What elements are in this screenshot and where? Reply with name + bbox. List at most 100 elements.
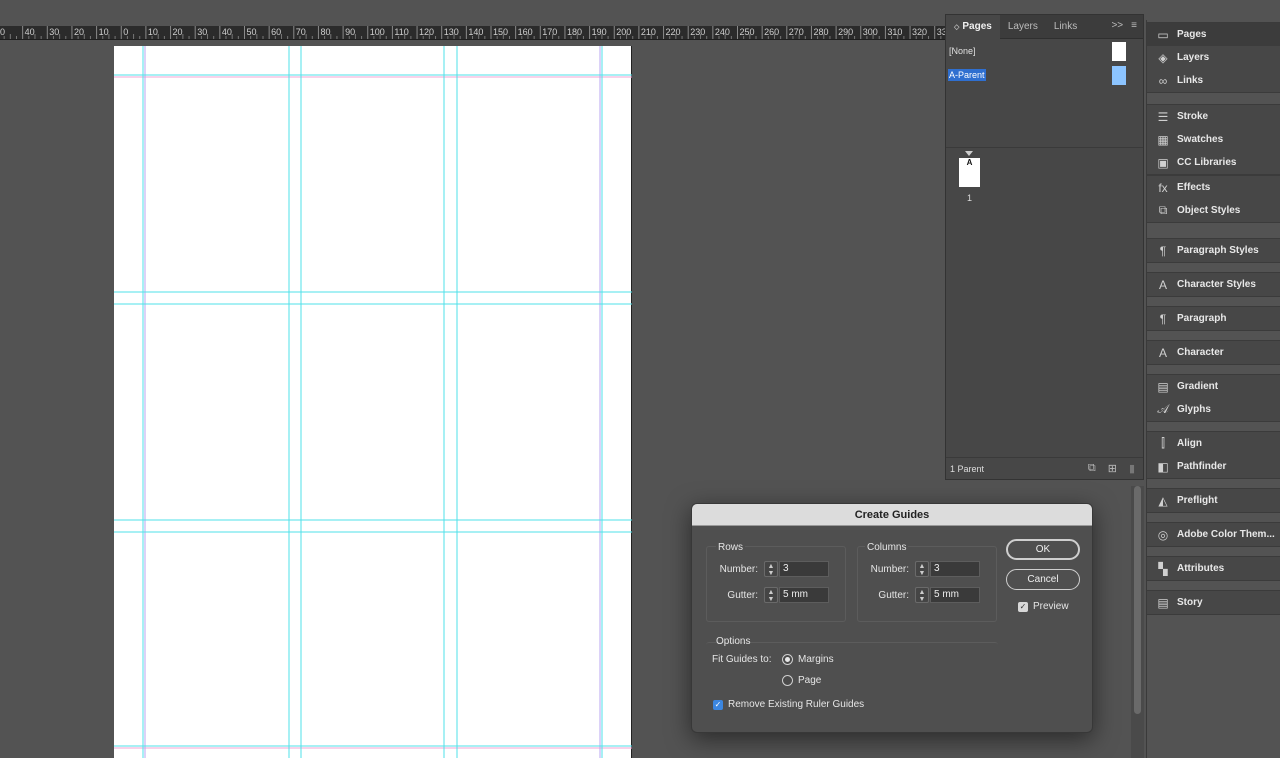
ruler-tick-label: 240: [714, 27, 730, 37]
dock-item-stroke[interactable]: ☰ Stroke: [1147, 105, 1280, 128]
dock-item-paragraph-styles[interactable]: ¶ Paragraph Styles: [1147, 239, 1280, 262]
columns-gutter-stepper[interactable]: ▲ ▼: [915, 587, 929, 603]
cancel-button[interactable]: Cancel: [1006, 569, 1080, 590]
parent-item-label: A-Parent: [948, 69, 986, 81]
fit-margins-radio[interactable]: [782, 654, 793, 665]
dock-item-character-styles[interactable]: A Character Styles: [1147, 273, 1280, 296]
tab-layers[interactable]: Layers: [1000, 15, 1046, 39]
parent-thumbnail[interactable]: [1112, 41, 1126, 61]
dock-group: A Character: [1147, 340, 1280, 365]
ruler-strip[interactable]: 0 40 30 20 10 0 10 20 30 40 50 60 70 80 90 100 110 120 130…: [0, 26, 946, 40]
fit-page-radio[interactable]: [782, 675, 793, 686]
ruler-tick-label: 110: [394, 27, 409, 37]
preview-checkbox[interactable]: ✓: [1018, 602, 1028, 612]
ruler-tick-label: 10: [147, 27, 158, 37]
ruler-tick-label: 140: [468, 27, 484, 37]
dock-item-gradient[interactable]: ▤ Gradient: [1147, 375, 1280, 398]
stroke-icon: ☰: [1157, 109, 1169, 124]
ruler-tick-label: 60: [271, 27, 282, 37]
expand-panel-icon[interactable]: >>: [1111, 20, 1123, 31]
ruler-tick-label: 120: [419, 27, 435, 37]
rows-number-stepper[interactable]: ▲ ▼: [764, 561, 778, 577]
ruler-tick-label: 200: [616, 27, 632, 37]
ruler-tick-label: 70: [295, 27, 306, 37]
dock-item-align[interactable]: ⫿ Align: [1147, 432, 1280, 455]
panel-menu-icon[interactable]: ≡: [1131, 20, 1137, 31]
preview-label: Preview: [1033, 601, 1069, 612]
dock-item-swatches[interactable]: ▦ Swatches: [1147, 128, 1280, 151]
dock-group: ¶ Paragraph Styles: [1147, 238, 1280, 263]
ruler-tick-label: 40: [24, 27, 35, 37]
ruler-tick-label: 170: [542, 27, 558, 37]
page-thumbnail-1[interactable]: A: [959, 158, 980, 187]
ok-button[interactable]: OK: [1006, 539, 1080, 560]
remove-guides-checkbox[interactable]: ✓: [713, 700, 723, 710]
rows-gutter-stepper[interactable]: ▲ ▼: [764, 587, 778, 603]
fit-margins-label: Margins: [798, 654, 834, 665]
dock-item-label: Adobe Color Them...: [1177, 529, 1275, 540]
tab-pages[interactable]: ◇ Pages: [946, 14, 1000, 39]
ruler-tick-label: 190: [591, 27, 607, 37]
gradient-icon: ▤: [1157, 379, 1169, 394]
columns-gutter-input[interactable]: 5 mm: [930, 587, 980, 603]
ruler-tick-label: 160: [517, 27, 533, 37]
dock-item-label: Align: [1177, 438, 1202, 449]
tab-links-label: Links: [1053, 21, 1078, 32]
effects-icon: fx: [1158, 180, 1168, 195]
dock-item-preflight[interactable]: ◭ Preflight: [1147, 489, 1280, 512]
dock-item-label: Pathfinder: [1177, 461, 1227, 472]
ruler-tick-label: 20: [172, 27, 183, 37]
dock-item-pathfinder[interactable]: ◧ Pathfinder: [1147, 455, 1280, 478]
rows-number-input[interactable]: 3: [779, 561, 829, 577]
rows-gutter-label: Gutter:: [727, 590, 758, 601]
horizontal-ruler[interactable]: 0 40 30 20 10 0 10 20 30 40 50 60 70 80 90 100 110 120 130…: [0, 0, 946, 40]
parent-item-a-parent[interactable]: A-Parent: [946, 65, 1143, 85]
scrollbar-thumb[interactable]: [1134, 486, 1141, 714]
ruler-tick-label: 10: [98, 27, 109, 37]
columns-number-input[interactable]: 3: [930, 561, 980, 577]
dock-item-object-styles[interactable]: ⧉ Object Styles: [1147, 199, 1280, 222]
new-page-icon[interactable]: ⊞: [1108, 462, 1117, 475]
dock-group: ◎ Adobe Color Them...: [1147, 522, 1280, 547]
panel-divider[interactable]: [946, 147, 1143, 148]
columns-fieldset: [857, 546, 997, 622]
dock-item-character[interactable]: A Character: [1147, 341, 1280, 364]
vertical-scrollbar[interactable]: [1131, 486, 1144, 758]
dock-item-attributes[interactable]: ▚ Attributes: [1147, 557, 1280, 580]
parent-item-none[interactable]: [None]: [946, 41, 1143, 61]
collapse-diamond-icon[interactable]: ◇: [954, 23, 959, 31]
adobe-color-themes-icon: ◎: [1157, 527, 1169, 542]
dock-item-cc-libraries[interactable]: ▣ CC Libraries: [1147, 151, 1280, 174]
dock-item-layers[interactable]: ◈ Layers: [1147, 46, 1280, 69]
tab-layers-label: Layers: [1007, 21, 1038, 32]
parent-thumbnail[interactable]: [1112, 65, 1126, 85]
dialog-title[interactable]: Create Guides: [692, 504, 1092, 526]
ruler-tick-label: 0: [123, 27, 129, 37]
edit-page-size-icon[interactable]: ⧉: [1088, 462, 1096, 475]
ruler-tick-label: 130: [443, 27, 459, 37]
dock-item-glyphs[interactable]: 𝒜 Glyphs: [1147, 398, 1280, 421]
dock-group: ◭ Preflight: [1147, 488, 1280, 513]
dock-item-effects[interactable]: fx Effects: [1147, 176, 1280, 199]
delete-page-icon[interactable]: ▮: [1129, 462, 1135, 475]
dock-item-label: Character Styles: [1177, 279, 1256, 290]
dock-item-story[interactable]: ▤ Story: [1147, 591, 1280, 614]
dock-group: ⫿ Align ◧ Pathfinder: [1147, 431, 1280, 479]
create-guides-dialog: Create Guides Rows Number: ▲ ▼ 3 Gutter: …: [691, 503, 1093, 733]
dock-item-adobe-color-themes[interactable]: ◎ Adobe Color Them...: [1147, 523, 1280, 546]
dock-item-paragraph[interactable]: ¶ Paragraph: [1147, 307, 1280, 330]
rows-gutter-input[interactable]: 5 mm: [779, 587, 829, 603]
columns-number-stepper[interactable]: ▲ ▼: [915, 561, 929, 577]
columns-number-label: Number:: [870, 564, 909, 575]
page-parent-letter: A: [966, 158, 973, 167]
story-icon: ▤: [1157, 595, 1169, 610]
dock-item-label: Gradient: [1177, 381, 1219, 392]
dock-item-pages[interactable]: ▭ Pages: [1147, 23, 1280, 46]
ruler-tick-label: 210: [640, 27, 656, 37]
rows-fieldset: [706, 546, 846, 622]
tab-links[interactable]: Links: [1046, 15, 1085, 39]
ruler-tick-label: 20: [73, 27, 84, 37]
dock-item-links[interactable]: ∞ Links: [1147, 69, 1280, 92]
document-page[interactable]: [114, 46, 632, 758]
panel-tabs: ◇ Pages Layers Links >> ≡: [946, 14, 1143, 39]
